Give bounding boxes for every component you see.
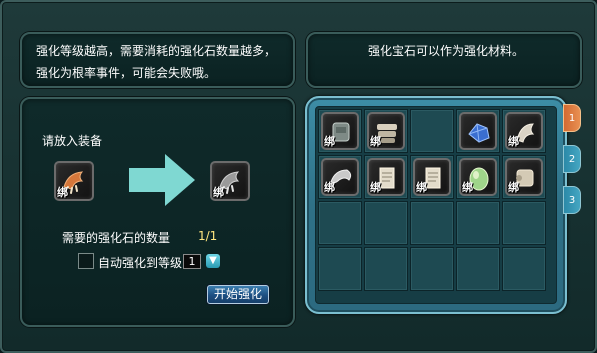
inventory-cell[interactable]: 绑 bbox=[456, 155, 500, 199]
auto-strengthen-checkbox[interactable] bbox=[78, 253, 94, 269]
inventory-item[interactable]: 绑 bbox=[367, 112, 405, 150]
bind-label: 绑 bbox=[324, 135, 335, 148]
material-description-panel: 强化宝石可以作为强化材料。 bbox=[306, 32, 582, 88]
bind-label: 绑 bbox=[462, 181, 473, 194]
start-strengthen-button[interactable]: 开始强化 bbox=[207, 285, 269, 304]
inventory-cell[interactable]: 绑 bbox=[318, 155, 362, 199]
inventory-item[interactable] bbox=[459, 112, 497, 150]
inventory-cell[interactable] bbox=[410, 109, 454, 153]
inventory-cell[interactable] bbox=[456, 201, 500, 245]
bind-label: 绑 bbox=[508, 135, 519, 148]
auto-strengthen-label: 自动强化到等级 bbox=[98, 256, 183, 270]
inventory-tab-1[interactable]: 1 bbox=[563, 104, 581, 132]
bind-label: 绑 bbox=[370, 135, 381, 148]
inventory-panel: 绑 绑 绑 绑 绑 绑 绑 绑 bbox=[305, 96, 567, 314]
chevron-down-icon: ▼ bbox=[209, 255, 217, 266]
inventory-cell[interactable] bbox=[364, 247, 408, 291]
inventory-cell[interactable] bbox=[456, 247, 500, 291]
inventory-item[interactable]: 绑 bbox=[321, 112, 359, 150]
inventory-cell[interactable] bbox=[318, 247, 362, 291]
inventory-item[interactable]: 绑 bbox=[321, 158, 359, 196]
equipment-slot[interactable]: 绑 bbox=[54, 161, 94, 201]
inventory-grid: 绑 绑 绑 绑 绑 绑 绑 绑 bbox=[315, 106, 557, 304]
inventory-cell[interactable] bbox=[364, 201, 408, 245]
bind-label: 绑 bbox=[370, 181, 381, 194]
inventory-tab-3[interactable]: 3 bbox=[563, 186, 581, 214]
inventory-cell[interactable]: 绑 bbox=[364, 155, 408, 199]
bind-label: 绑 bbox=[324, 181, 335, 194]
level-down-button[interactable]: ▼ bbox=[206, 254, 220, 268]
inventory-cell[interactable] bbox=[456, 109, 500, 153]
target-level-field[interactable]: 1 bbox=[183, 254, 201, 269]
inventory-cell[interactable]: 绑 bbox=[364, 109, 408, 153]
inventory-cell[interactable]: 绑 bbox=[318, 109, 362, 153]
equipment-panel: 请放入装备 绑 绑 需要的强化石的数量 1/1 自动强化到等级 1 ▼ 开始强化 bbox=[20, 97, 295, 327]
material-description-text: 强化宝石可以作为强化材料。 bbox=[367, 44, 524, 58]
inventory-item[interactable]: 绑 bbox=[367, 158, 405, 196]
inventory-cell[interactable]: 绑 bbox=[410, 155, 454, 199]
bind-label: 绑 bbox=[416, 181, 427, 194]
inventory-item[interactable]: 绑 bbox=[459, 158, 497, 196]
inventory-cell[interactable] bbox=[410, 201, 454, 245]
inventory-cell[interactable] bbox=[502, 247, 546, 291]
inventory-cell[interactable] bbox=[318, 201, 362, 245]
result-slot[interactable]: 绑 bbox=[210, 161, 250, 201]
strengthen-description-text: 强化等级越高，需要消耗的强化石数量越多，强化为根率事件，可能会失败哦。 bbox=[36, 44, 277, 80]
bind-label: 绑 bbox=[57, 186, 68, 199]
inventory-item[interactable]: 绑 bbox=[413, 158, 451, 196]
place-equipment-label: 请放入装备 bbox=[42, 134, 103, 148]
blue-gem-icon bbox=[468, 123, 490, 143]
inventory-item[interactable]: 绑 bbox=[505, 158, 543, 196]
inventory-tab-2[interactable]: 2 bbox=[563, 145, 581, 173]
inventory-cell[interactable] bbox=[410, 247, 454, 291]
inventory-item[interactable]: 绑 bbox=[505, 112, 543, 150]
inventory-cell[interactable]: 绑 bbox=[502, 155, 546, 199]
bind-label: 绑 bbox=[213, 186, 224, 199]
strengthen-window: 强化等级越高，需要消耗的强化石数量越多，强化为根率事件，可能会失败哦。 强化宝石… bbox=[0, 0, 597, 353]
bind-label: 绑 bbox=[508, 181, 519, 194]
strengthen-description-panel: 强化等级越高，需要消耗的强化石数量越多，强化为根率事件，可能会失败哦。 bbox=[20, 32, 295, 88]
inventory-cell[interactable] bbox=[502, 201, 546, 245]
inventory-cell[interactable]: 绑 bbox=[502, 109, 546, 153]
stones-needed-count: 1/1 bbox=[198, 229, 218, 243]
arrow-right-icon bbox=[129, 154, 195, 206]
stones-needed-label: 需要的强化石的数量 bbox=[62, 231, 171, 245]
